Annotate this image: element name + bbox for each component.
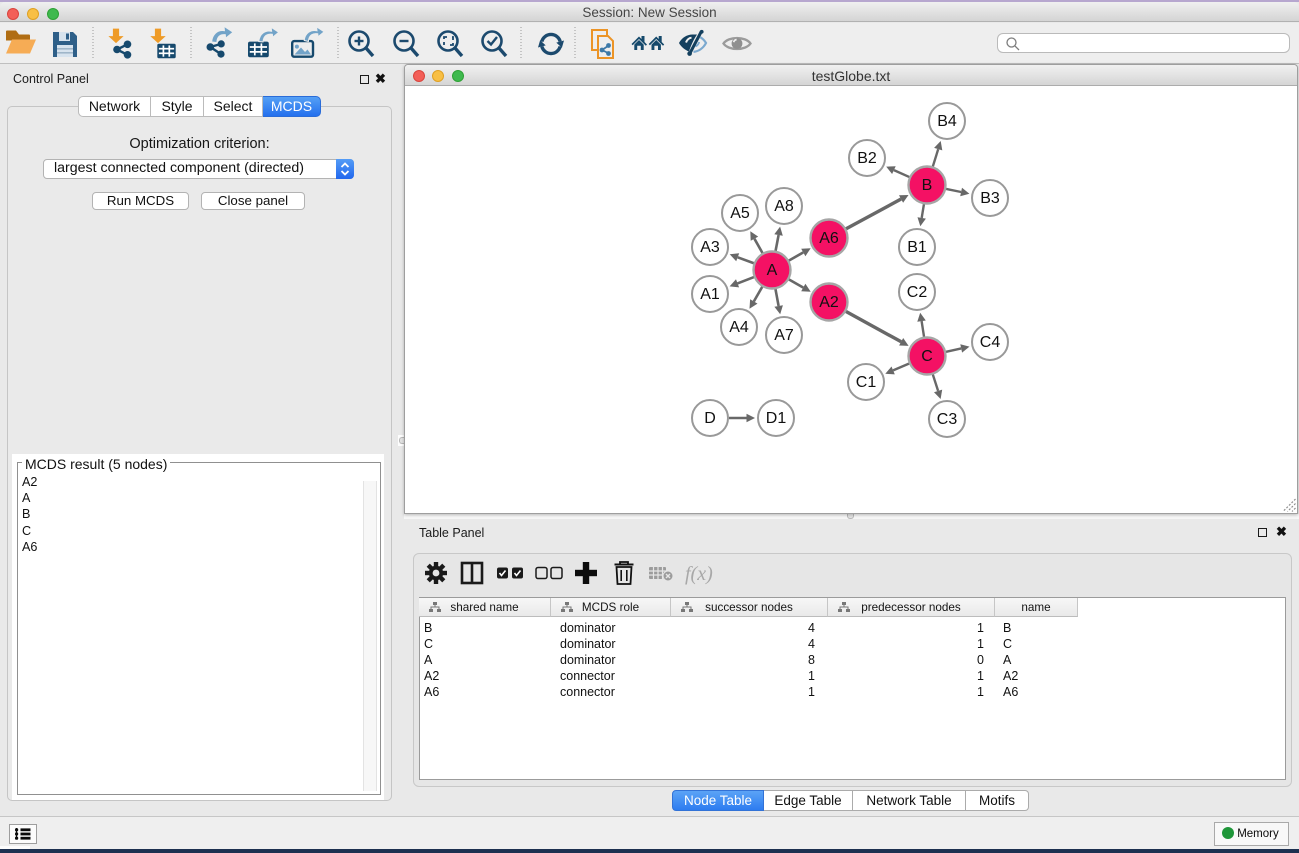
- svg-text:C2: C2: [907, 284, 928, 301]
- svg-text:C: C: [921, 348, 933, 365]
- svg-text:B2: B2: [857, 150, 877, 167]
- svg-text:B1: B1: [907, 239, 927, 256]
- svg-text:B: B: [922, 177, 933, 194]
- svg-text:A6: A6: [819, 230, 839, 247]
- svg-text:A8: A8: [774, 198, 794, 215]
- svg-text:A7: A7: [774, 327, 794, 344]
- svg-text:f(x): f(x): [685, 563, 713, 585]
- svg-text:D1: D1: [766, 410, 787, 427]
- svg-text:A5: A5: [730, 205, 750, 222]
- svg-text:A4: A4: [729, 319, 749, 336]
- svg-text:C4: C4: [980, 334, 1001, 351]
- svg-text:A2: A2: [819, 294, 839, 311]
- svg-text:B3: B3: [980, 190, 1000, 207]
- svg-text:A1: A1: [700, 286, 720, 303]
- svg-text:C3: C3: [937, 411, 958, 428]
- svg-text:A: A: [767, 262, 778, 279]
- svg-text:D: D: [704, 410, 716, 427]
- svg-text:A3: A3: [700, 239, 720, 256]
- svg-text:C1: C1: [856, 374, 877, 391]
- svg-text:B4: B4: [937, 113, 957, 130]
